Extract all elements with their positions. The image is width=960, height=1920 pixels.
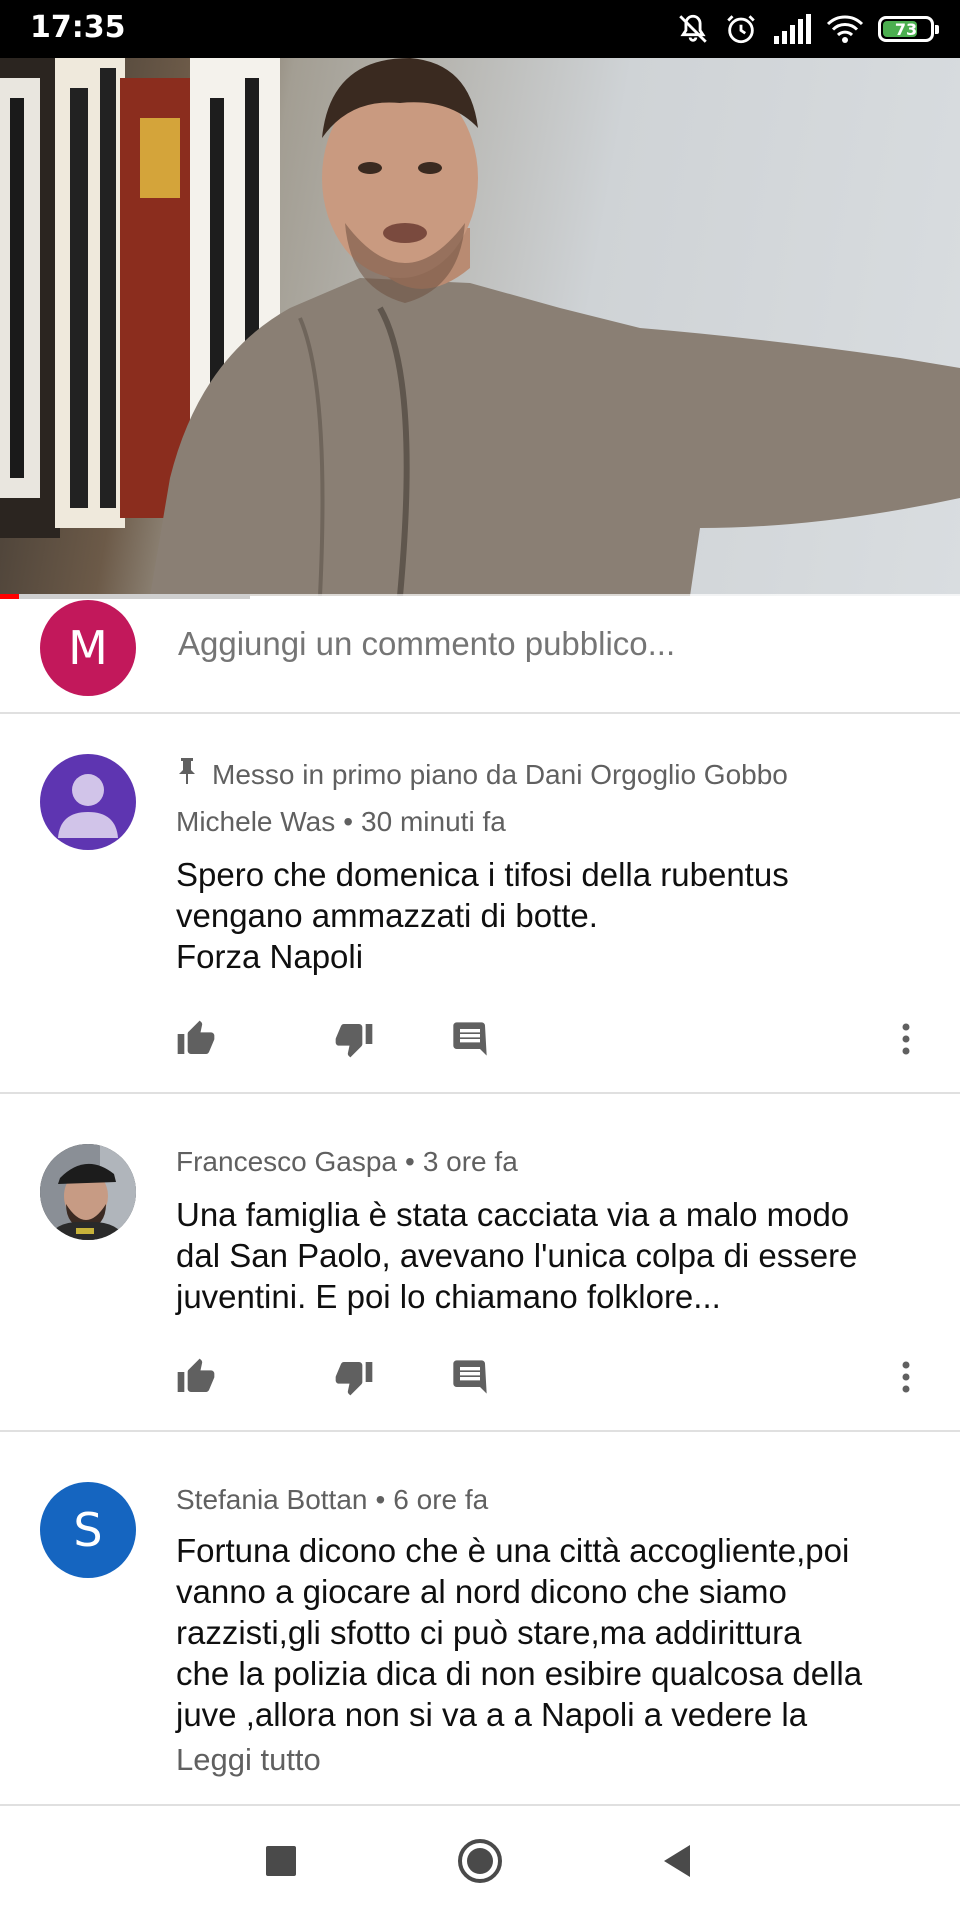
pin-icon xyxy=(176,756,198,793)
battery-cap xyxy=(935,25,939,34)
mute-icon xyxy=(676,12,710,46)
meta-separator: • xyxy=(405,1146,415,1177)
comment-author-avatar[interactable] xyxy=(40,1144,136,1240)
wifi-icon xyxy=(826,14,864,44)
comment-author-avatar[interactable]: S xyxy=(40,1482,136,1578)
home-icon[interactable] xyxy=(456,1836,504,1891)
back-icon[interactable] xyxy=(660,1836,694,1891)
meta-separator: • xyxy=(375,1484,386,1515)
like-icon[interactable] xyxy=(176,1352,216,1402)
comment-author[interactable]: Francesco Gaspa xyxy=(176,1146,397,1177)
comment-composer: M xyxy=(0,600,960,714)
battery-level: 73 xyxy=(894,19,918,39)
system-nav-bar xyxy=(0,1806,960,1920)
meta-separator: • xyxy=(343,806,354,837)
read-more-link[interactable]: Leggi tutto xyxy=(176,1742,321,1778)
pinned-text: Messo in primo piano da Dani Orgoglio Go… xyxy=(212,758,788,790)
video-progress-bar[interactable] xyxy=(0,594,960,599)
comment-item: Francesco Gaspa • 3 ore fa Una famiglia è … xyxy=(0,1094,960,1432)
dislike-icon[interactable] xyxy=(334,1014,374,1064)
comment-text: Fortuna dicono che è una città accoglien… xyxy=(176,1532,863,1733)
comment-meta: Francesco Gaspa • 3 ore fa xyxy=(176,1146,518,1178)
alarm-icon xyxy=(724,12,758,46)
default-avatar-icon xyxy=(58,774,118,838)
like-icon[interactable] xyxy=(176,1014,216,1064)
comment-meta: Stefania Bottan • 6 ore fa xyxy=(176,1484,488,1516)
comment-text: Spero che domenica i tifosi della rubent… xyxy=(176,856,789,975)
comment-author[interactable]: Michele Was xyxy=(176,806,335,837)
dislike-icon[interactable] xyxy=(334,1352,374,1402)
reply-icon[interactable] xyxy=(450,1352,490,1402)
video-progress-played xyxy=(0,594,20,599)
comment-author-avatar-letter: S xyxy=(73,1503,103,1557)
more-options-icon[interactable] xyxy=(900,1352,912,1402)
video-player[interactable] xyxy=(0,58,960,596)
comment-meta: Michele Was • 30 minuti fa xyxy=(176,806,506,838)
user-avatar-letter: M xyxy=(68,621,108,675)
comment-actions xyxy=(0,1014,960,1064)
comment-item: Messo in primo piano da Dani Orgoglio Go… xyxy=(0,714,960,1094)
comment-item: S Stefania Bottan • 6 ore fa Fortuna dicon… xyxy=(0,1432,960,1806)
comment-text: Una famiglia è stata cacciata via a malo… xyxy=(176,1196,858,1315)
pinned-label: Messo in primo piano da Dani Orgoglio Go… xyxy=(176,756,788,793)
battery-icon: 73 xyxy=(878,16,939,42)
more-options-icon[interactable] xyxy=(900,1014,912,1064)
reply-icon[interactable] xyxy=(450,1014,490,1064)
comment-time: 30 minuti fa xyxy=(361,806,506,837)
user-avatar[interactable]: M xyxy=(40,600,136,696)
status-icons: 73 xyxy=(676,10,939,48)
video-progress-buffered xyxy=(0,594,250,599)
comment-actions xyxy=(0,1352,960,1402)
comment-input[interactable] xyxy=(176,624,920,664)
status-bar: 17:35 73 xyxy=(0,0,960,58)
recents-icon[interactable] xyxy=(264,1836,298,1891)
video-frame xyxy=(0,58,960,596)
status-time: 17:35 xyxy=(30,10,126,45)
comment-author[interactable]: Stefania Bottan xyxy=(176,1484,367,1515)
comment-time: 6 ore fa xyxy=(393,1484,489,1515)
profile-photo xyxy=(40,1144,136,1240)
comment-time: 3 ore fa xyxy=(422,1146,518,1177)
signal-icon xyxy=(772,14,812,44)
comment-author-avatar[interactable] xyxy=(40,754,136,850)
